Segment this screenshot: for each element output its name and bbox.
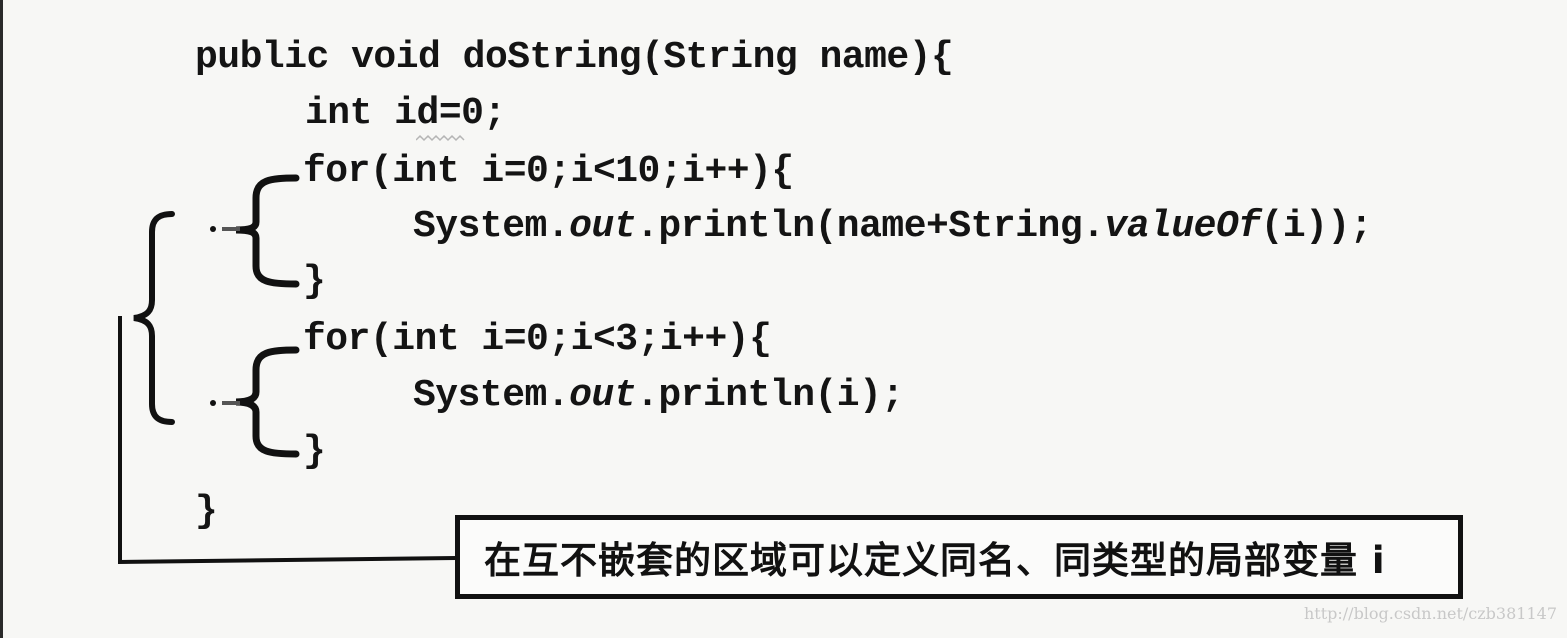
code-line-method-close: } [195,490,218,533]
code-token-italic: out [569,205,637,248]
code-token-italic: valueOf [1104,205,1261,248]
code-token: System. [413,205,570,248]
code-line-for-loop-1-header: for(int i=0;i<10;i++){ [303,150,794,193]
inner-brace-1-icon [210,174,300,288]
code-line-for-loop-2-close: } [303,430,326,473]
code-line-for-loop-1-close: } [303,260,326,303]
watermark-url: http://blog.csdn.net/czb381147 [1303,604,1557,623]
code-token: (i)); [1260,205,1373,248]
code-line-for-loop-2-header: for(int i=0;i<3;i++){ [303,318,772,361]
code-token: System. [413,374,570,417]
squiggle-underline-icon [416,134,465,142]
code-token: .println(i); [636,374,904,417]
inner-brace-2-icon [210,346,300,458]
code-line-for-loop-1-body: System.out.println(name+String.valueOf(i… [413,205,1373,249]
code-token: .println(name+String. [636,205,1105,248]
code-line-method-signature: public void doString(String name){ [195,36,954,79]
code-token-italic: out [569,374,637,417]
code-line-id-declaration: int id=0; [305,92,506,135]
code-line-for-loop-2-body: System.out.println(i); [413,374,904,418]
outer-brace-icon [133,211,175,425]
callout-text: 在互不嵌套的区域可以定义同名、同类型的局部变量 i [484,539,1386,582]
scan-left-edge-line [0,0,3,638]
callout-box: 在互不嵌套的区域可以定义同名、同类型的局部变量 i [455,515,1463,599]
